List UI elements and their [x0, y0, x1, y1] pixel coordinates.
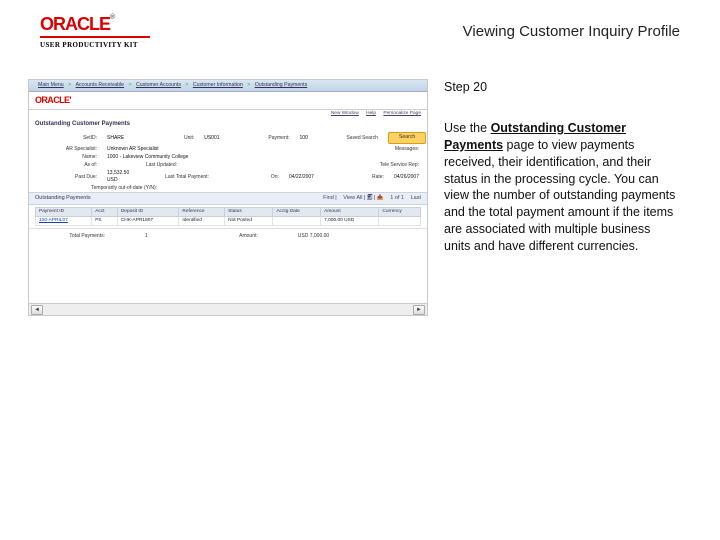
crumb[interactable]: Customer Information	[193, 82, 243, 88]
name-value: 1000 - Lakeview Community College	[107, 154, 188, 160]
total-payments-label: Total Payments:	[35, 233, 105, 239]
step-label: Step 20	[444, 79, 680, 96]
toolbar-link[interactable]: Personalize Page	[383, 111, 421, 116]
messages-label: Messages:	[359, 146, 419, 152]
rate-label: Rate:	[324, 174, 384, 180]
cell-amount: 7,000.00 USD	[321, 217, 379, 226]
screenshot-pane: Main Menu > Accounts Receivable > Custom…	[28, 79, 428, 316]
table-row: 100-APRIL07 PS CHK-APR1807 Identified No…	[36, 217, 421, 226]
rate-value: 04/26/2007	[394, 174, 419, 180]
total-amount-value: USD 7,000.00	[298, 233, 329, 239]
cell-acct: PS	[92, 217, 118, 226]
grid-viewall-link[interactable]: View All	[343, 195, 362, 201]
grid-title: Outstanding Payments	[35, 195, 91, 202]
search-button[interactable]: Search	[388, 132, 426, 144]
savedsearch-label: Saved Search	[318, 135, 378, 141]
payment-label: Payment:	[230, 135, 290, 141]
asof-label: As of:	[37, 162, 97, 168]
lasttotal-label: Last Total Payment:	[149, 174, 209, 180]
oracle-upk-logo: ORACLE® USER PRODUCTIVITY KIT	[40, 14, 150, 49]
slide-header: ORACLE® USER PRODUCTIVITY KIT Viewing Cu…	[0, 0, 720, 51]
total-amount-label: Amount:	[188, 233, 258, 239]
cell-status: Not Posted	[225, 217, 273, 226]
col-amount[interactable]: Amount	[321, 208, 379, 217]
app-page-title: Outstanding Customer Payments	[29, 118, 427, 132]
on-label: On:	[219, 174, 279, 180]
pastdue-label: Past Due:	[37, 174, 97, 180]
pastdue-value: 13,532.50 USD	[107, 170, 139, 183]
arspec-value: Unknown AR Specialist	[107, 146, 159, 152]
grid-find-link[interactable]: Find	[323, 195, 334, 201]
grid-last-link[interactable]: Last	[411, 195, 421, 201]
cell-currency	[379, 217, 421, 226]
col-payment-id[interactable]: Payment ID	[36, 208, 92, 217]
crumb[interactable]: Customer Accounts	[136, 82, 181, 88]
app-toolbar: New Window Help Personalize Page	[29, 110, 427, 118]
col-acctg-date[interactable]: Acctg Date	[273, 208, 321, 217]
col-reference[interactable]: Reference	[179, 208, 225, 217]
totals-row: Total Payments: 1 Amount: USD 7,000.00	[29, 228, 427, 243]
crumb[interactable]: Main Menu	[38, 82, 64, 88]
payments-table: Payment ID Acct Deposit ID Reference Sta…	[35, 207, 421, 226]
oracle-mini-logo: ORACLE'	[35, 95, 71, 105]
col-acct[interactable]: Acct	[92, 208, 118, 217]
page-title: Viewing Customer Inquiry Profile	[463, 23, 680, 40]
grid-header-bar: Outstanding Payments Find | View All | 🗐…	[29, 192, 427, 205]
horizontal-scrollbar[interactable]: ◄ ►	[29, 303, 427, 315]
setid-value[interactable]: SHARE	[107, 135, 124, 141]
temp-label: Temporarily out-of-date (Y/N):	[37, 185, 157, 191]
logo-divider	[40, 36, 150, 38]
crumb[interactable]: Accounts Receivable	[76, 82, 124, 88]
cell-reference: Identified	[179, 217, 225, 226]
total-payments-value: 1	[145, 233, 148, 239]
unit-value[interactable]: US001	[204, 135, 219, 141]
on-value: 04/22/2007	[289, 174, 314, 180]
app-window: Main Menu > Accounts Receivable > Custom…	[28, 79, 428, 316]
upk-subbrand: USER PRODUCTIVITY KIT	[40, 41, 150, 49]
col-deposit-id[interactable]: Deposit ID	[117, 208, 179, 217]
grid-range: 1 of 1	[390, 195, 404, 201]
instruction-pane: Step 20 Use the Outstanding Customer Pay…	[444, 79, 680, 316]
payment-value[interactable]: 100	[300, 135, 308, 141]
col-status[interactable]: Status	[225, 208, 273, 217]
table-header-row: Payment ID Acct Deposit ID Reference Sta…	[36, 208, 421, 217]
payment-id-link[interactable]: 100-APRIL07	[39, 218, 68, 223]
app-brand-bar: ORACLE'	[29, 92, 427, 110]
crumb[interactable]: Outstanding Payments	[255, 82, 307, 88]
teleservice-label: Tele Service Rep:	[359, 162, 419, 168]
name-label: Name:	[37, 154, 97, 160]
cell-acctg-date	[273, 217, 321, 226]
instruction-text: Use the Outstanding Customer Payments pa…	[444, 120, 680, 255]
oracle-logo-text: ORACLE®	[40, 14, 150, 35]
setid-label: SetID:	[37, 135, 97, 141]
lastupdated-label: Last Updated:	[117, 162, 177, 168]
arspec-label: AR Specialist:	[37, 146, 97, 152]
col-currency[interactable]: Currency	[379, 208, 421, 217]
scroll-left-button[interactable]: ◄	[31, 305, 43, 315]
unit-label: Unit:	[134, 135, 194, 141]
cell-deposit: CHK-APR1807	[117, 217, 179, 226]
toolbar-link[interactable]: Help	[366, 111, 376, 116]
toolbar-link[interactable]: New Window	[331, 111, 359, 116]
scroll-right-button[interactable]: ►	[413, 305, 425, 315]
app-breadcrumb[interactable]: Main Menu > Accounts Receivable > Custom…	[29, 80, 427, 92]
